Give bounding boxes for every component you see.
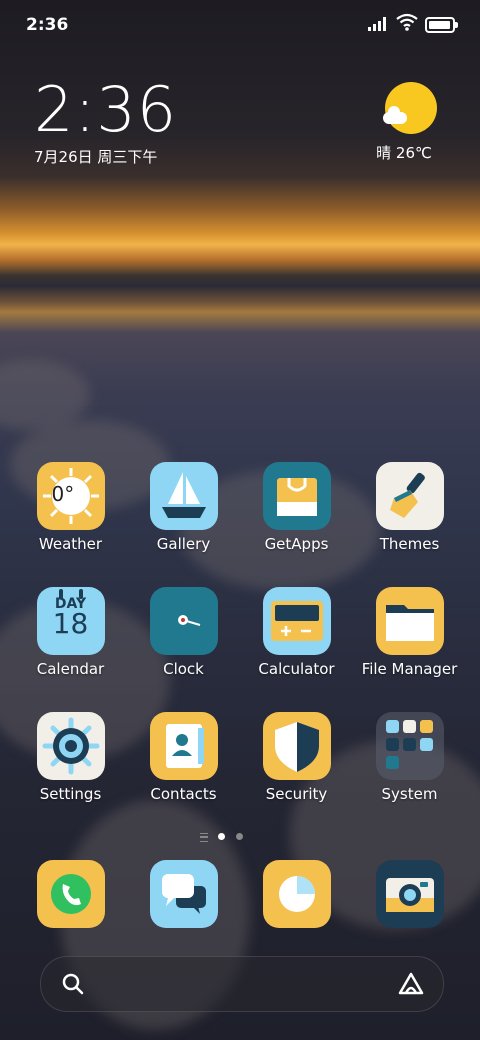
sunny-cloud-icon <box>383 82 437 134</box>
app-contacts[interactable]: Contacts <box>127 712 240 803</box>
app-clock[interactable]: Clock <box>127 587 240 678</box>
app-label: Contacts <box>150 785 217 803</box>
signal-icon <box>368 17 390 31</box>
calendar-icon: DAY 18 <box>36 587 105 655</box>
dock-messages[interactable] <box>127 860 240 928</box>
app-system-folder[interactable]: System <box>353 712 466 803</box>
app-label: Gallery <box>156 535 211 553</box>
status-bar: 2:36 <box>0 0 480 50</box>
battery-icon <box>425 17 458 33</box>
calendar-icon-date: 18 <box>52 607 89 640</box>
app-security[interactable]: Security <box>240 712 353 803</box>
weather-icon: 0° <box>36 462 105 530</box>
clock-widget-time: 2:36 <box>34 73 178 146</box>
app-calculator[interactable]: Calculator <box>240 587 353 678</box>
clock-widget-date: 7月26日 周三下午 <box>34 148 158 166</box>
page-dot[interactable] <box>236 833 243 840</box>
app-gallery[interactable]: Gallery <box>127 462 240 553</box>
app-label: GetApps <box>264 535 329 553</box>
dock-phone[interactable] <box>14 860 127 928</box>
page-list-icon[interactable] <box>200 833 208 842</box>
dock <box>14 860 466 930</box>
contacts-icon <box>149 712 218 780</box>
app-label: Security <box>265 785 328 803</box>
file-manager-icon <box>375 587 444 655</box>
camera-icon <box>375 860 444 928</box>
app-calendar[interactable]: DAY 18 Calendar <box>14 587 127 678</box>
assistant-icon[interactable] <box>397 971 425 997</box>
security-icon <box>262 712 331 780</box>
clock-icon <box>149 587 218 655</box>
app-weather[interactable]: 0° Weather <box>14 462 127 553</box>
status-time: 2:36 <box>26 15 69 35</box>
system-folder-icon <box>375 712 444 780</box>
themes-icon <box>375 462 444 530</box>
settings-icon <box>36 712 105 780</box>
calculator-icon <box>262 587 331 655</box>
dock-browser[interactable] <box>240 860 353 928</box>
weather-widget[interactable]: 晴 26℃ <box>376 82 446 163</box>
phone-icon <box>36 860 105 928</box>
app-label: Calculator <box>258 660 335 678</box>
search-bar[interactable] <box>40 956 444 1012</box>
app-label: File Manager <box>361 660 458 678</box>
getapps-icon <box>262 462 331 530</box>
search-icon[interactable] <box>61 972 85 996</box>
dock-camera[interactable] <box>353 860 466 928</box>
wifi-icon <box>396 13 418 31</box>
messages-icon <box>149 860 218 928</box>
page-dot-current[interactable] <box>218 833 225 840</box>
app-label: Weather <box>38 535 103 553</box>
app-getapps[interactable]: GetApps <box>240 462 353 553</box>
app-label: System <box>381 785 438 803</box>
page-indicator <box>0 832 480 842</box>
app-themes[interactable]: Themes <box>353 462 466 553</box>
app-label: Settings <box>39 785 102 803</box>
weather-widget-text: 晴 26℃ <box>376 144 432 162</box>
clock-widget[interactable]: 2:36 7月26日 周三下午 <box>34 76 177 167</box>
app-settings[interactable]: Settings <box>14 712 127 803</box>
browser-icon <box>262 860 331 928</box>
app-label: Clock <box>163 660 204 678</box>
weather-icon-badge: 0° <box>51 482 75 506</box>
app-file-manager[interactable]: File Manager <box>353 587 466 678</box>
app-label: Calendar <box>36 660 105 678</box>
app-label: Themes <box>379 535 440 553</box>
gallery-icon <box>149 462 218 530</box>
